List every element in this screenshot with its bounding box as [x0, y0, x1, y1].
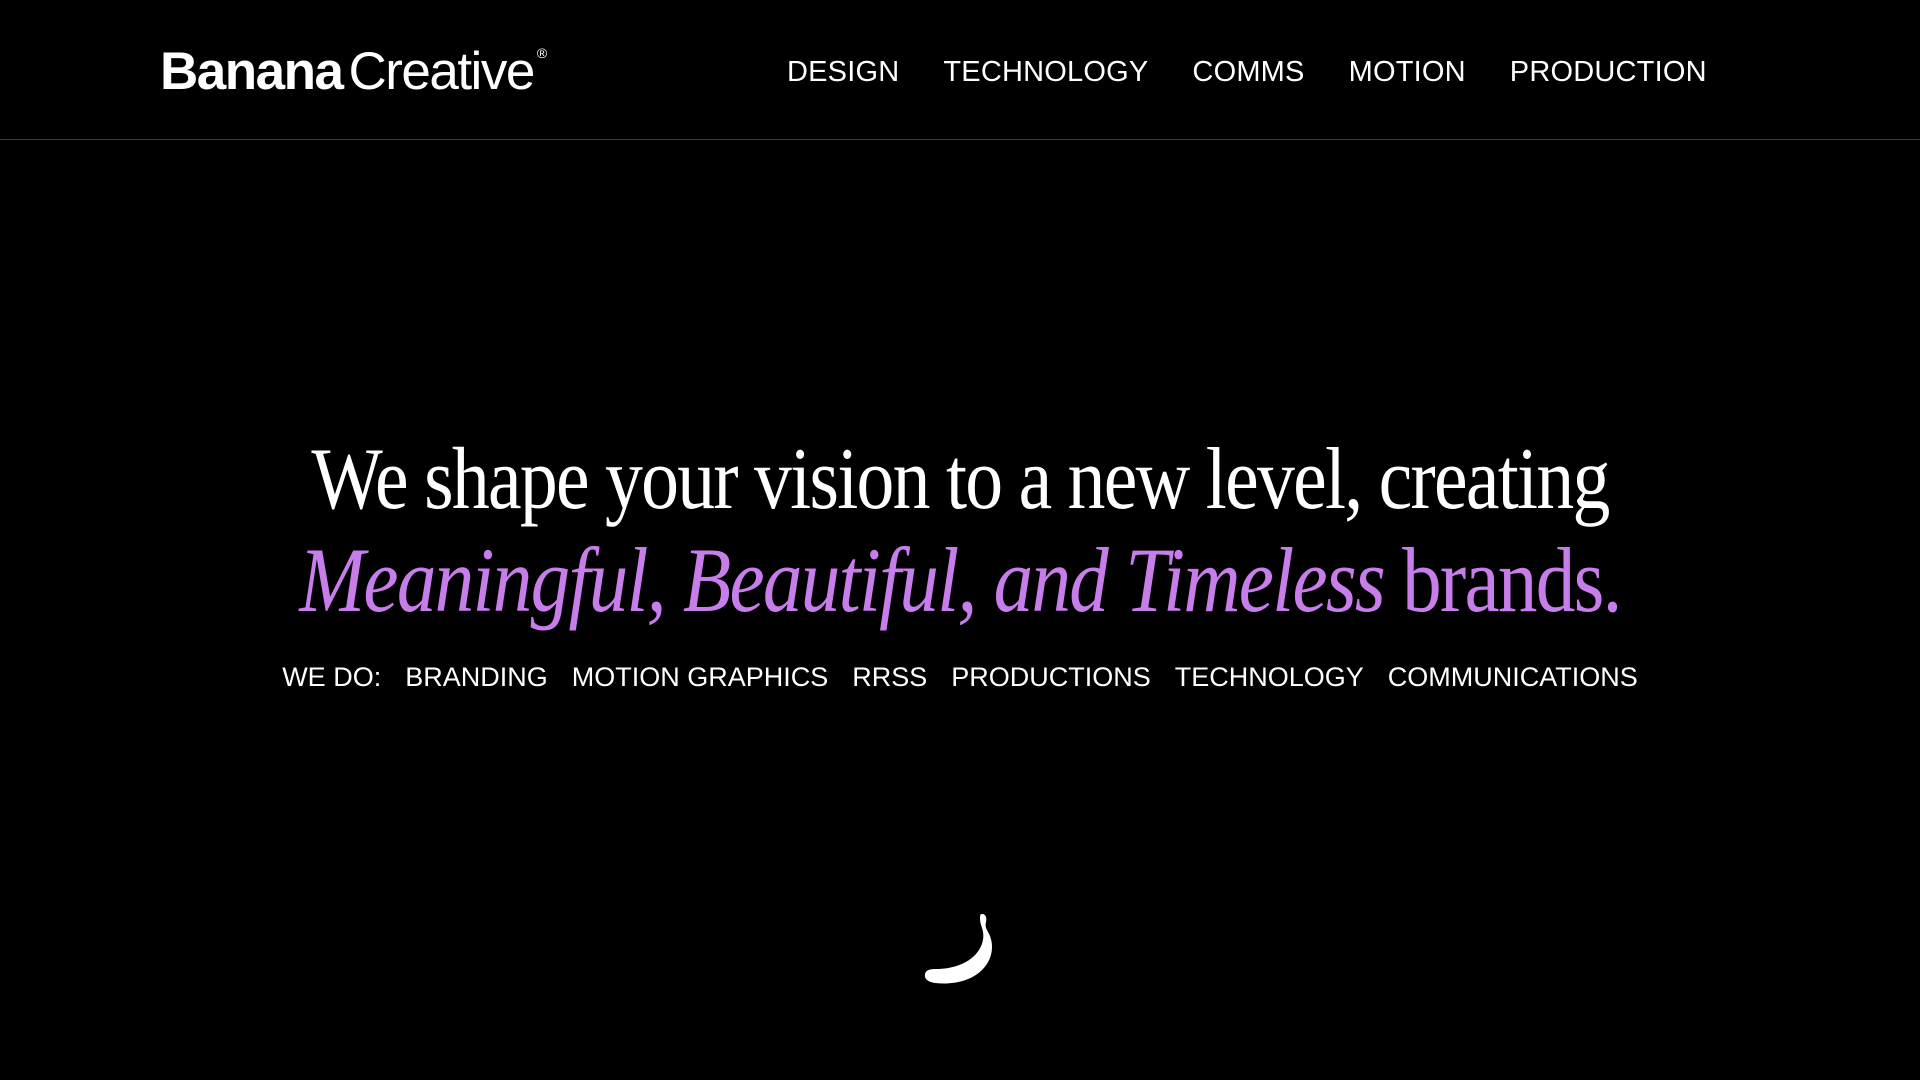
banana-icon[interactable] [915, 910, 1005, 1000]
service-item-motion-graphics: MOTION GRAPHICS [571, 662, 829, 692]
service-item-technology: TECHNOLOGY [1174, 662, 1364, 692]
hero-line-2: Meaningful, Beautiful, and Timeless bran… [134, 530, 1785, 630]
hero-headline: We shape your vision to a new level, cre… [0, 430, 1920, 630]
nav-item-design[interactable]: DESIGN [787, 54, 899, 90]
main-nav: DESIGN TECHNOLOGY COMMS MOTION PRODUCTIO… [787, 54, 1707, 90]
site-header: Banana Creative ® DESIGN TECHNOLOGY COMM… [0, 0, 1920, 140]
hero-line-1: We shape your vision to a new level, cre… [311, 431, 1610, 528]
nav-item-comms[interactable]: COMMS [1192, 54, 1304, 90]
hero-accent-italic: Meaningful, Beautiful, and Timeless [299, 529, 1385, 631]
nav-item-production[interactable]: PRODUCTION [1510, 54, 1707, 90]
nav-item-motion[interactable]: MOTION [1349, 54, 1466, 90]
logo-wordmark-light: Creative [348, 42, 535, 101]
service-item-productions: PRODUCTIONS [951, 662, 1151, 692]
service-item-branding: BRANDING [405, 662, 548, 692]
services-list: WE DO: BRANDING MOTION GRAPHICS RRSS PRO… [0, 659, 1920, 695]
nav-item-technology[interactable]: TECHNOLOGY [943, 54, 1148, 90]
service-item-rrss: RRSS [852, 662, 928, 692]
hero-accent-regular: brands. [1384, 529, 1622, 631]
services-label: WE DO: [282, 662, 382, 692]
registered-mark: ® [536, 45, 548, 61]
logo-wordmark-bold: Banana [160, 42, 344, 101]
logo[interactable]: Banana Creative ® [160, 42, 547, 102]
service-item-communications: COMMUNICATIONS [1387, 662, 1638, 692]
